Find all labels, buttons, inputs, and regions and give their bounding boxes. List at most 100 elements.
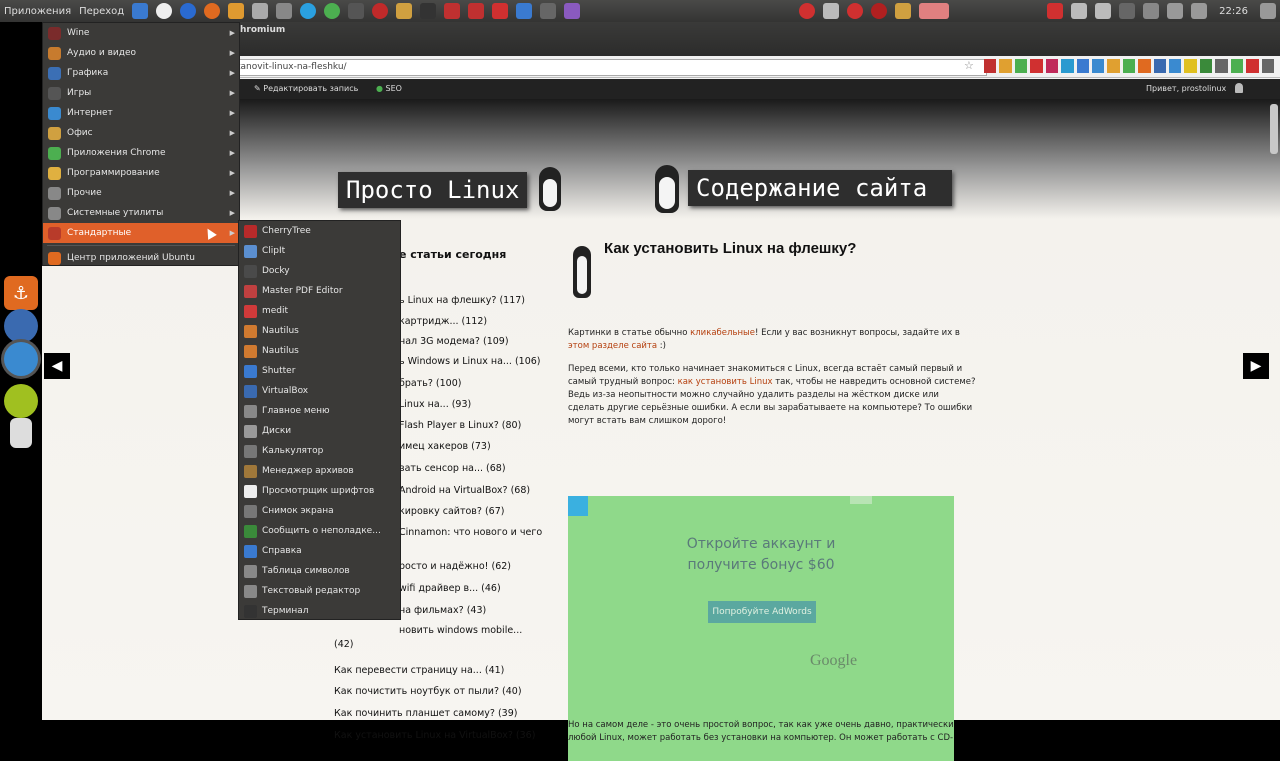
launcher-icon[interactable] bbox=[132, 3, 149, 19]
chrome-icon[interactable] bbox=[324, 3, 341, 19]
extension-icon[interactable] bbox=[1107, 59, 1120, 73]
standard-menu-item[interactable]: Nautilus bbox=[239, 341, 400, 361]
tray-icon[interactable] bbox=[799, 3, 816, 19]
sidebar-link[interactable]: ь Linux на флешку? (117) bbox=[399, 295, 525, 306]
user-greeting[interactable]: Привет, prostolinux bbox=[1146, 84, 1226, 93]
standard-menu-item[interactable]: Текстовый редактор bbox=[239, 581, 400, 601]
launcher-icon[interactable] bbox=[4, 384, 38, 418]
sidebar-link[interactable]: Linux на... (93) bbox=[399, 399, 471, 410]
places-menu[interactable]: Переход bbox=[75, 6, 128, 17]
launcher-icon[interactable] bbox=[372, 3, 389, 19]
launcher-icon[interactable] bbox=[468, 3, 485, 19]
standard-menu-item[interactable]: CherryTree bbox=[239, 221, 400, 241]
apps-menu-item[interactable]: Графика ▶ bbox=[43, 63, 239, 83]
menu-icon[interactable] bbox=[1261, 59, 1275, 73]
ad-button[interactable]: Попробуйте AdWords bbox=[708, 601, 816, 623]
url-input[interactable]: tanovit-linux-na-fleshku/ bbox=[232, 59, 987, 76]
launcher-icon[interactable] bbox=[516, 3, 533, 19]
standard-menu-item[interactable]: Сообщить о неполадке... bbox=[239, 521, 400, 541]
launcher-icon[interactable] bbox=[180, 3, 197, 19]
site-logo-banner[interactable]: Просто Linux bbox=[338, 172, 528, 208]
tray-icon[interactable] bbox=[895, 3, 912, 19]
sidebar-link[interactable]: росто и надёжно! (62) bbox=[399, 561, 511, 572]
launcher-icon[interactable] bbox=[228, 3, 245, 19]
software-center-icon[interactable]: ⚓ bbox=[4, 276, 38, 310]
extension-icon[interactable] bbox=[1230, 59, 1244, 73]
clickable-link[interactable]: кликабельные bbox=[690, 328, 755, 338]
extension-icon[interactable] bbox=[1045, 59, 1059, 73]
extension-icon[interactable] bbox=[1215, 59, 1228, 73]
sidebar-link[interactable]: Flash Player в Linux? (80) bbox=[399, 420, 521, 431]
install-linux-link[interactable]: как установить Linux bbox=[678, 377, 773, 387]
launcher-icon[interactable] bbox=[396, 3, 413, 19]
sidebar-link[interactable]: Как перевести страницу на... (41) bbox=[334, 665, 504, 676]
site-section-link[interactable]: этом разделе сайта bbox=[568, 341, 657, 351]
sidebar-link[interactable]: нал 3G модема? (109) bbox=[399, 336, 509, 347]
standard-menu-item[interactable]: VirtualBox bbox=[239, 381, 400, 401]
standard-menu-item[interactable]: Главное меню bbox=[239, 401, 400, 421]
sidebar-link[interactable]: Cinnamon: что нового и чего bbox=[399, 527, 542, 538]
launcher-icon[interactable] bbox=[348, 3, 365, 19]
launcher-icon[interactable] bbox=[564, 3, 581, 19]
keyboard-layout-icon[interactable] bbox=[1143, 3, 1160, 19]
standard-menu-item[interactable]: Таблица символов bbox=[239, 561, 400, 581]
tray-icon[interactable] bbox=[919, 3, 950, 19]
standard-menu-item[interactable]: Менеджер архивов bbox=[239, 461, 400, 481]
sidebar-link[interactable]: Как почистить ноутбук от пыли? (40) bbox=[334, 686, 522, 697]
apps-menu-item[interactable]: Аудио и видео ▶ bbox=[43, 43, 239, 63]
standard-menu-item[interactable]: Терминал bbox=[239, 601, 400, 621]
standard-menu-item[interactable]: Снимок экрана bbox=[239, 501, 400, 521]
network-icon[interactable] bbox=[1119, 3, 1136, 19]
extension-icon[interactable] bbox=[1169, 59, 1182, 73]
site-contents-banner[interactable]: Содержание сайта bbox=[688, 170, 952, 206]
sidebar-link[interactable]: вать сенсор на... (68) bbox=[399, 463, 506, 474]
apps-menu-item[interactable]: Центр приложений Ubuntu bbox=[43, 248, 239, 268]
standard-menu-item[interactable]: Справка bbox=[239, 541, 400, 561]
thunderbird-icon[interactable] bbox=[4, 309, 38, 343]
seo-link[interactable]: ● SEO bbox=[376, 84, 402, 93]
trash-icon[interactable] bbox=[10, 418, 32, 448]
tray-icon[interactable] bbox=[871, 3, 888, 19]
sidebar-link[interactable]: Как установить Linux на VirtualBox? (36) bbox=[334, 730, 535, 741]
standard-menu-item[interactable]: medit bbox=[239, 301, 400, 321]
keyboard-icon[interactable] bbox=[823, 3, 840, 19]
apps-menu-item[interactable]: Wine ▶ bbox=[43, 23, 239, 43]
clock[interactable]: 22:26 bbox=[1219, 6, 1248, 17]
skype-icon[interactable] bbox=[300, 3, 317, 19]
sidebar-link[interactable]: новить windows mobile... bbox=[399, 625, 522, 636]
extension-icon[interactable] bbox=[1199, 59, 1213, 73]
sidebar-link[interactable]: Как починить планшет самому? (39) bbox=[334, 708, 517, 719]
sidebar-link[interactable]: картридж... (112) bbox=[399, 316, 487, 327]
apps-menu-item[interactable]: Прочие ▶ bbox=[43, 183, 239, 203]
extension-icon[interactable] bbox=[1122, 59, 1136, 73]
tray-icon[interactable] bbox=[1071, 3, 1088, 19]
extension-icon[interactable] bbox=[1014, 59, 1028, 73]
yandex-icon[interactable] bbox=[847, 3, 864, 19]
firefox-icon[interactable] bbox=[204, 3, 221, 19]
extension-icon[interactable] bbox=[1030, 59, 1043, 73]
extension-icon[interactable] bbox=[984, 59, 997, 73]
scrollbar[interactable] bbox=[1270, 104, 1278, 154]
launcher-icon[interactable] bbox=[492, 3, 509, 19]
sidebar-link[interactable]: брать? (100) bbox=[399, 378, 461, 389]
bookmark-star-icon[interactable]: ☆ bbox=[964, 59, 974, 72]
extension-icon[interactable] bbox=[1153, 59, 1167, 73]
apps-menu-item[interactable]: Системные утилиты ▶ bbox=[43, 203, 239, 223]
launcher-icon[interactable] bbox=[540, 3, 557, 19]
volume-icon[interactable] bbox=[1191, 3, 1208, 19]
standard-menu-item[interactable]: Master PDF Editor bbox=[239, 281, 400, 301]
extension-icon[interactable] bbox=[1138, 59, 1151, 73]
extension-icon[interactable] bbox=[1061, 59, 1074, 73]
sidebar-link[interactable]: Android на VirtualBox? (68) bbox=[399, 485, 530, 496]
user-avatar[interactable] bbox=[1235, 83, 1243, 93]
prev-page-arrow[interactable]: ◀ bbox=[44, 353, 70, 379]
ad-close-icon[interactable] bbox=[850, 496, 872, 504]
edit-post-link[interactable]: ✎ Редактировать запись bbox=[254, 84, 358, 93]
sidebar-link[interactable]: (42) bbox=[334, 639, 354, 650]
apps-menu-item[interactable]: Офис ▶ bbox=[43, 123, 239, 143]
apps-menu-item[interactable]: Программирование ▶ bbox=[43, 163, 239, 183]
extension-icon[interactable] bbox=[1184, 59, 1197, 73]
apps-menu-item[interactable]: Интернет ▶ bbox=[43, 103, 239, 123]
extension-icon[interactable] bbox=[999, 59, 1012, 73]
standard-menu-item[interactable]: ClipIt bbox=[239, 241, 400, 261]
